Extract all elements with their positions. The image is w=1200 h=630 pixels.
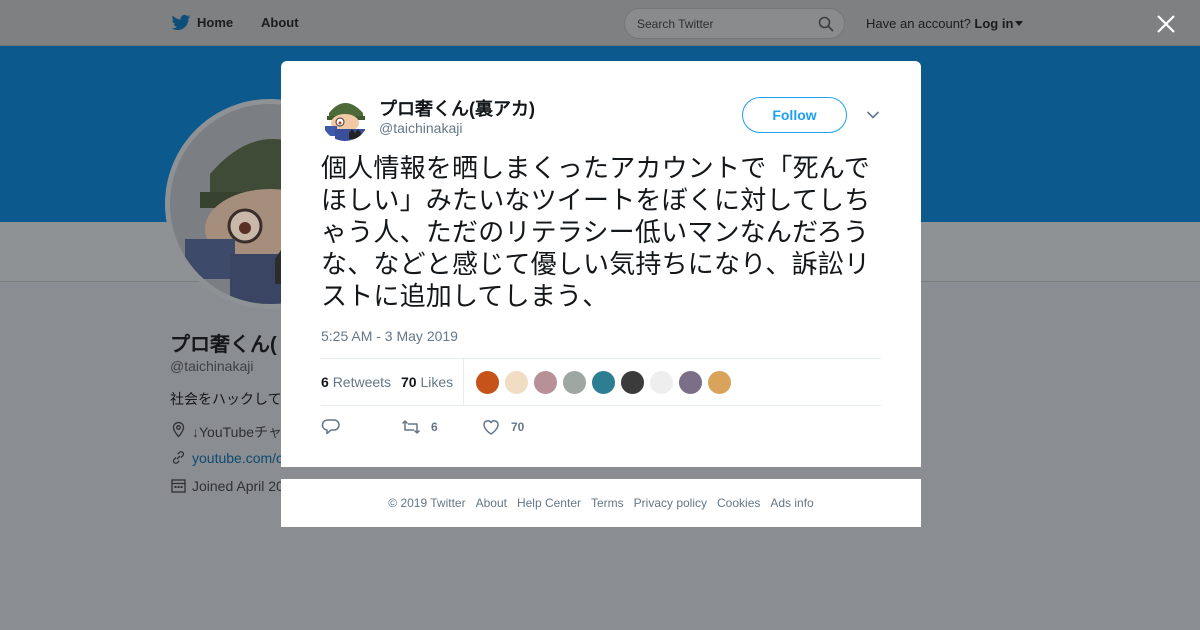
nav-home-link[interactable]: Home bbox=[197, 15, 233, 30]
profile-handle: @taichinakaji bbox=[170, 358, 254, 374]
close-icon[interactable] bbox=[1156, 14, 1176, 34]
retweet-count: 6 bbox=[321, 374, 329, 390]
footer-link[interactable]: Ads info bbox=[770, 496, 813, 510]
retweet-stat[interactable]: 6 Retweets bbox=[321, 374, 391, 390]
liker-avatar[interactable] bbox=[678, 370, 703, 395]
top-navigation-bar: Home About Search Twitter Have an accoun… bbox=[0, 0, 1200, 46]
liker-avatar[interactable] bbox=[707, 370, 732, 395]
website-link[interactable]: youtube.com/c bbox=[192, 450, 283, 466]
author-avatar[interactable] bbox=[321, 93, 369, 141]
location-text: ↓YouTubeチャ bbox=[192, 424, 282, 440]
location-pin-icon bbox=[172, 421, 185, 438]
twitter-bird-icon[interactable] bbox=[171, 14, 191, 32]
likes-label: Likes bbox=[420, 374, 454, 390]
author-avatar-illustration bbox=[321, 93, 369, 141]
profile-bio: 社会をハックして bbox=[170, 391, 282, 407]
reply-icon[interactable] bbox=[321, 417, 341, 437]
login-caret-icon[interactable] bbox=[1015, 21, 1024, 26]
retweets-label: Retweets bbox=[332, 374, 392, 390]
liker-avatar[interactable] bbox=[591, 370, 616, 395]
account-prompt: Have an account? Log in bbox=[866, 16, 1024, 31]
author-name[interactable]: プロ奢くん(裏アカ) bbox=[379, 95, 535, 121]
search-placeholder: Search Twitter bbox=[637, 17, 714, 31]
liker-avatar[interactable] bbox=[504, 370, 529, 395]
stats-divider bbox=[463, 359, 464, 406]
like-count: 70 bbox=[401, 374, 417, 390]
tweet-timestamp[interactable]: 5:25 AM - 3 May 2019 bbox=[321, 328, 458, 344]
chevron-down-icon[interactable] bbox=[866, 110, 880, 120]
tweet-stats: 6 Retweets 70 Likes bbox=[321, 358, 881, 406]
footer-link[interactable]: About bbox=[476, 496, 507, 510]
modal-footer: © 2019 Twitter About Help Center Terms Priva… bbox=[281, 479, 921, 527]
footer-link[interactable]: Terms bbox=[591, 496, 624, 510]
profile-name: プロ奢くん( bbox=[170, 334, 277, 356]
follow-button[interactable]: Follow bbox=[742, 97, 847, 133]
footer-link[interactable]: Help Center bbox=[517, 496, 581, 510]
like-stat[interactable]: 70 Likes bbox=[401, 374, 453, 390]
like-action-count: 70 bbox=[511, 420, 525, 434]
liker-avatar[interactable] bbox=[649, 370, 674, 395]
retweet-action-count: 6 bbox=[431, 420, 438, 434]
search-input[interactable]: Search Twitter bbox=[624, 8, 845, 39]
account-question: Have an account? bbox=[866, 16, 971, 31]
calendar-icon bbox=[171, 479, 186, 493]
nav-about-link[interactable]: About bbox=[261, 15, 299, 30]
footer-links: © 2019 Twitter About Help Center Terms Priva… bbox=[281, 496, 921, 510]
footer-link: © 2019 Twitter bbox=[388, 496, 466, 510]
author-handle[interactable]: @taichinakaji bbox=[379, 120, 462, 136]
tweet-text: 個人情報を晒しまくったアカウントで「死んでほしい」みたいなツイートをぼくに対して… bbox=[321, 154, 871, 312]
tweet-actions: 6 70 bbox=[321, 417, 881, 441]
liker-avatar[interactable] bbox=[533, 370, 558, 395]
tweet-modal: プロ奢くん(裏アカ) @taichinakaji Follow 個人情報を晒しま… bbox=[281, 61, 921, 467]
retweet-icon[interactable] bbox=[401, 417, 421, 437]
footer-link[interactable]: Privacy policy bbox=[634, 496, 707, 510]
liker-avatar[interactable] bbox=[562, 370, 587, 395]
joined-text: Joined April 20 bbox=[192, 478, 284, 494]
search-icon[interactable] bbox=[818, 16, 834, 32]
login-link[interactable]: Log in bbox=[974, 16, 1013, 31]
heart-icon[interactable] bbox=[481, 417, 501, 437]
liker-avatar[interactable] bbox=[475, 370, 500, 395]
footer-link[interactable]: Cookies bbox=[717, 496, 760, 510]
liker-avatar[interactable] bbox=[620, 370, 645, 395]
link-icon bbox=[172, 451, 185, 464]
